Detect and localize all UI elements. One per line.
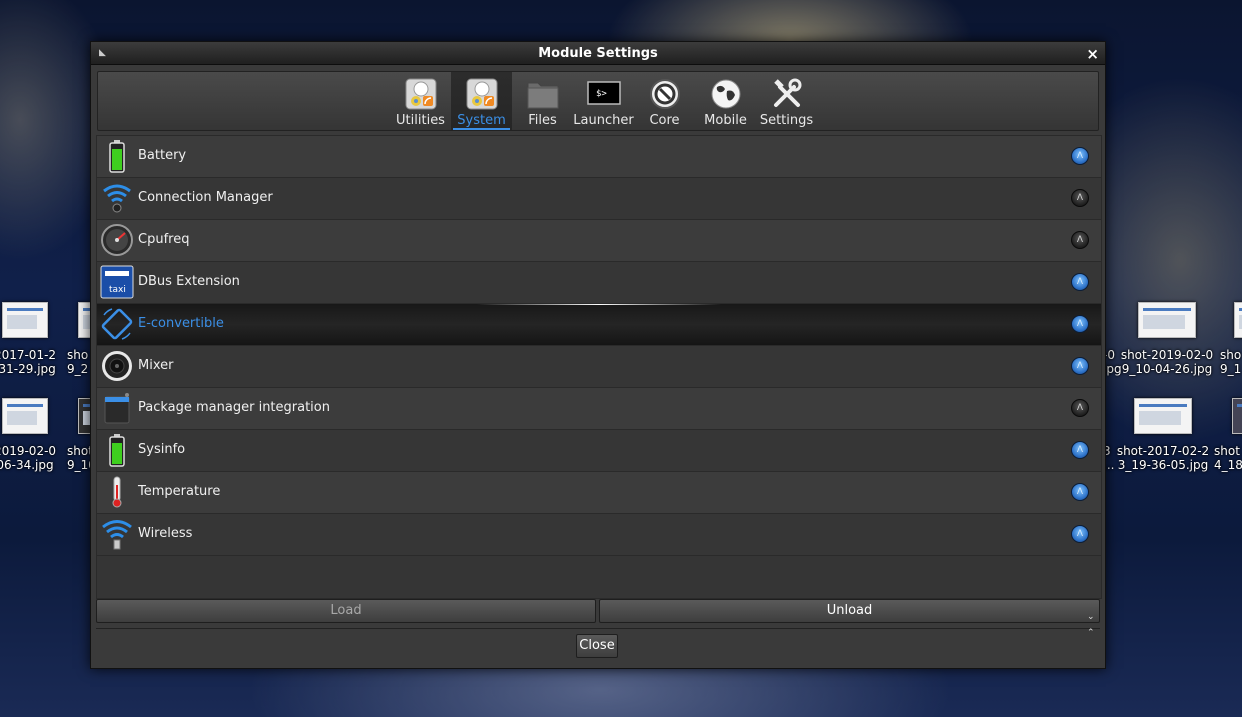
rotate-screen-icon [101, 308, 133, 340]
module-status-indicator[interactable]: ᐱ [1071, 399, 1089, 417]
tab-label: Utilities [396, 113, 445, 128]
title-bar[interactable]: ◣ Module Settings × [91, 42, 1105, 65]
module-status-indicator[interactable]: ᐱ [1071, 525, 1089, 543]
module-label: E-convertible [138, 316, 224, 331]
desktop-icon-label: shot-2017-02-2 3_19-36-05.jpg [1116, 444, 1210, 472]
module-status-indicator[interactable]: ᐱ [1071, 147, 1089, 165]
desktop-icon-label: shot-2019-02-0 9_10-04-26.jpg [1120, 348, 1214, 376]
tab-label: Launcher [573, 113, 634, 128]
module-status-indicator[interactable]: ᐱ [1071, 189, 1089, 207]
list-item-e-convertible[interactable]: E-convertible ᐱ [97, 304, 1101, 346]
tab-mobile[interactable]: Mobile [695, 72, 756, 130]
core-icon [650, 79, 680, 109]
taxi-sign-icon: taxi [100, 265, 134, 299]
tab-label: Core [649, 113, 680, 128]
tab-files[interactable]: Files [512, 72, 573, 130]
battery-icon [109, 434, 125, 467]
wifi-icon [103, 184, 131, 213]
folder-icon [527, 82, 559, 109]
chevron-down-icon: ⌄ [1087, 612, 1095, 622]
desktop-icon-file[interactable]: sho 9_1 [1220, 302, 1242, 376]
list-item-mixer[interactable]: Mixer ᐱ [97, 346, 1101, 388]
list-item-wireless[interactable]: Wireless ᐱ [97, 514, 1101, 556]
power-glyph-icon: ᐱ [1076, 235, 1084, 245]
image-thumbnail-icon [1232, 398, 1242, 434]
power-glyph-icon: ᐱ [1076, 529, 1084, 539]
module-status-indicator[interactable]: ᐱ [1071, 273, 1089, 291]
module-label: Wireless [138, 526, 193, 541]
tab-launcher[interactable]: $> Launcher [573, 72, 634, 130]
power-glyph-icon: ᐱ [1076, 403, 1084, 413]
power-glyph-icon: ᐱ [1076, 487, 1084, 497]
taxi-text: taxi [109, 285, 126, 295]
tab-core[interactable]: Core [634, 72, 695, 130]
window-title: Module Settings [538, 46, 658, 61]
power-glyph-icon: ᐱ [1076, 361, 1084, 371]
globe-icon [711, 79, 741, 109]
module-label: Mixer [138, 358, 174, 373]
desktop-icon-label: shot 4_18 [1214, 444, 1242, 472]
image-thumbnail-icon [1134, 398, 1192, 434]
module-label: Temperature [138, 484, 221, 499]
list-item-connection-manager[interactable]: Connection Manager ᐱ [97, 178, 1101, 220]
terminal-icon: $> [587, 81, 621, 105]
chevron-up-icon: ⌃ [1087, 628, 1095, 638]
image-thumbnail-icon [1234, 302, 1242, 338]
power-glyph-icon: ᐱ [1076, 193, 1084, 203]
module-label: Battery [138, 148, 187, 163]
category-toolbar: Utilities System Files $> Launcher Core … [97, 71, 1099, 131]
tab-label: Settings [759, 113, 814, 128]
module-label: Sysinfo [138, 442, 186, 457]
power-glyph-icon: ᐱ [1076, 277, 1084, 287]
power-glyph-icon: ᐱ [1076, 319, 1084, 329]
gauge-icon [101, 224, 133, 256]
tab-label: Files [528, 113, 557, 128]
battery-icon [109, 140, 125, 173]
close-icon[interactable]: × [1086, 45, 1099, 63]
module-status-indicator[interactable]: ᐱ [1071, 315, 1089, 333]
speaker-icon [102, 351, 132, 381]
system-icon [466, 78, 498, 110]
tools-icon [774, 78, 802, 107]
tab-settings[interactable]: Settings [756, 72, 817, 130]
wifi-icon [102, 520, 132, 550]
module-list[interactable]: Battery ᐱ Connection Manager ᐱ Cpufreq ᐱ [96, 135, 1102, 599]
module-settings-window: ◣ Module Settings × Utilities System Fil… [90, 41, 1106, 669]
desktop-icon-label: sho 9_1 [1220, 348, 1242, 376]
svg-text:$>: $> [596, 89, 607, 99]
desktop-icon-file[interactable]: shot 4_18 [1214, 398, 1242, 472]
module-label: Cpufreq [138, 232, 190, 247]
power-glyph-icon: ᐱ [1076, 151, 1084, 161]
unload-button[interactable]: Unload [599, 599, 1100, 623]
tab-system[interactable]: System [451, 72, 512, 130]
module-status-indicator[interactable]: ᐱ [1071, 231, 1089, 249]
list-item-temperature[interactable]: Temperature ᐱ [97, 472, 1101, 514]
list-item-battery[interactable]: Battery ᐱ [97, 136, 1101, 178]
image-thumbnail-icon [1138, 302, 1196, 338]
list-item-dbus-extension[interactable]: taxi DBus Extension ᐱ [97, 262, 1101, 304]
module-label: DBus Extension [138, 274, 240, 289]
desktop-icon-file[interactable]: shot-2017-02-2 3_19-36-05.jpg [1108, 398, 1218, 472]
module-label: Connection Manager [138, 190, 273, 205]
list-item-cpufreq[interactable]: Cpufreq ᐱ [97, 220, 1101, 262]
package-box-icon [104, 393, 130, 424]
tab-label: Mobile [704, 113, 747, 128]
list-item-sysinfo[interactable]: Sysinfo ᐱ [97, 430, 1101, 472]
close-button[interactable]: Close [576, 634, 618, 658]
module-status-indicator[interactable]: ᐱ [1071, 357, 1089, 375]
load-button[interactable]: Load [96, 599, 596, 623]
tab-utilities[interactable]: Utilities [390, 72, 451, 130]
list-item-package-manager-integration[interactable]: Package manager integration ᐱ [97, 388, 1101, 430]
thermometer-icon [112, 476, 122, 508]
module-status-indicator[interactable]: ᐱ [1071, 441, 1089, 459]
module-label: Package manager integration [138, 400, 330, 415]
divider [96, 628, 1100, 629]
module-status-indicator[interactable]: ᐱ [1071, 483, 1089, 501]
utilities-icon [405, 78, 437, 110]
tab-label: System [457, 113, 506, 128]
power-glyph-icon: ᐱ [1076, 445, 1084, 455]
desktop-icon-file[interactable]: shot-2019-02-0 9_10-04-26.jpg [1112, 302, 1222, 376]
